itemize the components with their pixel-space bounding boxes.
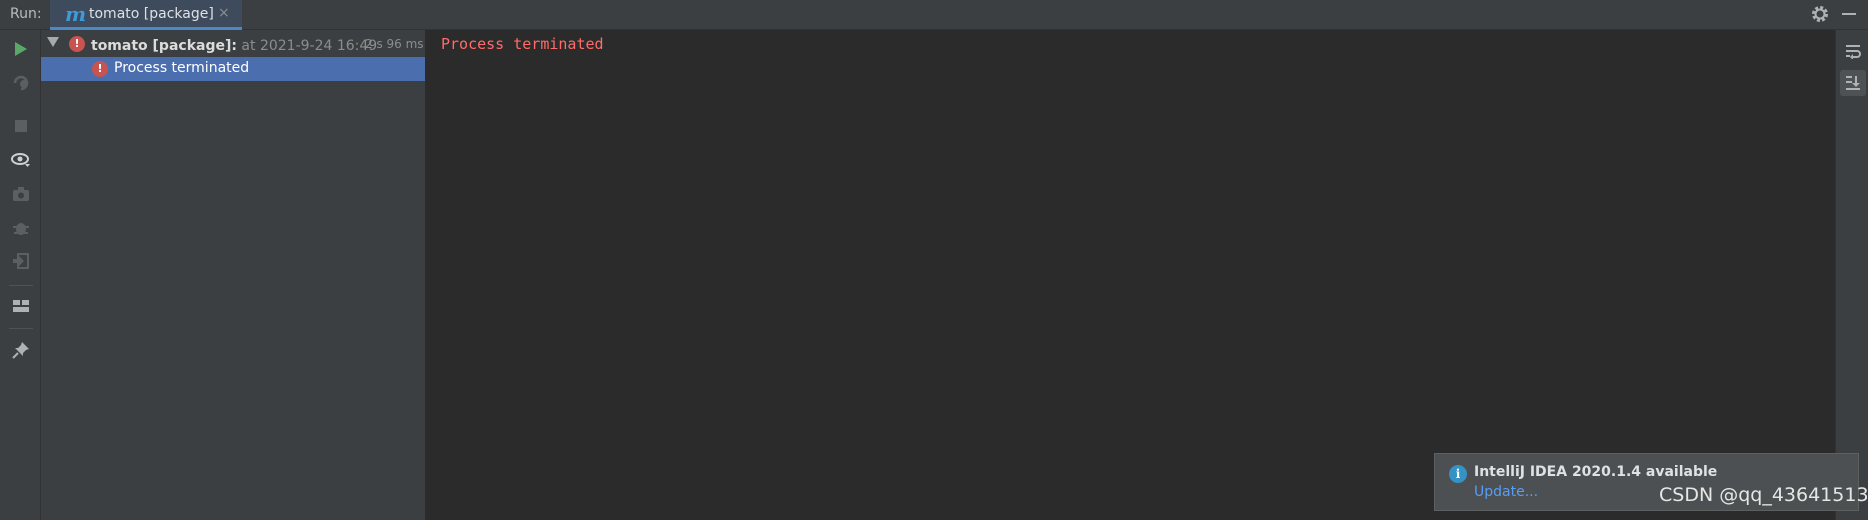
console-output[interactable]: Process terminated	[426, 30, 1835, 520]
maven-icon: m	[65, 2, 87, 26]
toolbar-separator	[9, 328, 33, 329]
expand-arrow-icon[interactable]	[47, 37, 59, 47]
layout-icon[interactable]	[10, 295, 32, 317]
debug-icon[interactable]	[10, 217, 32, 239]
right-toolbar	[1835, 30, 1868, 520]
tree-root-row[interactable]: ! tomato [package]: at 2021-9-24 16:49 2…	[41, 32, 425, 56]
console-error-line: Process terminated	[441, 35, 604, 53]
update-link[interactable]: Update...	[1474, 484, 1538, 500]
exit-icon[interactable]	[10, 250, 32, 272]
notification-title: IntelliJ IDEA 2020.1.4 available	[1474, 464, 1718, 480]
left-toolbar	[0, 30, 41, 520]
run-label: Run:	[10, 6, 42, 22]
show-passed-icon[interactable]	[10, 149, 32, 171]
run-tool-window-header: Run: m tomato [package] ×	[0, 0, 1868, 30]
info-icon: i	[1449, 465, 1467, 483]
run-icon[interactable]	[10, 38, 32, 60]
close-icon[interactable]: ×	[218, 5, 230, 21]
stop-icon[interactable]	[10, 115, 32, 137]
tab-label: tomato [package]	[89, 6, 214, 22]
error-icon: !	[69, 36, 85, 52]
error-icon: !	[92, 61, 108, 77]
tree-root-name: tomato [package]:	[91, 38, 237, 54]
gear-icon[interactable]	[1810, 3, 1830, 25]
rerun-failed-icon[interactable]	[10, 71, 32, 93]
minimize-icon[interactable]	[1842, 13, 1856, 15]
tree-root-info: at 2021-9-24 16:49	[236, 38, 378, 54]
pin-icon[interactable]	[10, 339, 32, 361]
dump-threads-icon[interactable]	[10, 183, 32, 205]
soft-wrap-icon[interactable]	[1840, 38, 1866, 64]
test-tree-panel: ! tomato [package]: at 2021-9-24 16:49 2…	[41, 30, 426, 520]
watermark: CSDN @qq_43641513	[1659, 484, 1868, 506]
tree-root-duration: 2 s 96 ms	[365, 37, 424, 51]
scroll-to-end-icon[interactable]	[1840, 70, 1866, 96]
tree-child-label: Process terminated	[114, 60, 250, 76]
tree-child-row[interactable]: ! Process terminated	[41, 57, 425, 81]
tab-tomato-package[interactable]: m tomato [package] ×	[50, 0, 242, 30]
toolbar-separator	[9, 285, 33, 286]
